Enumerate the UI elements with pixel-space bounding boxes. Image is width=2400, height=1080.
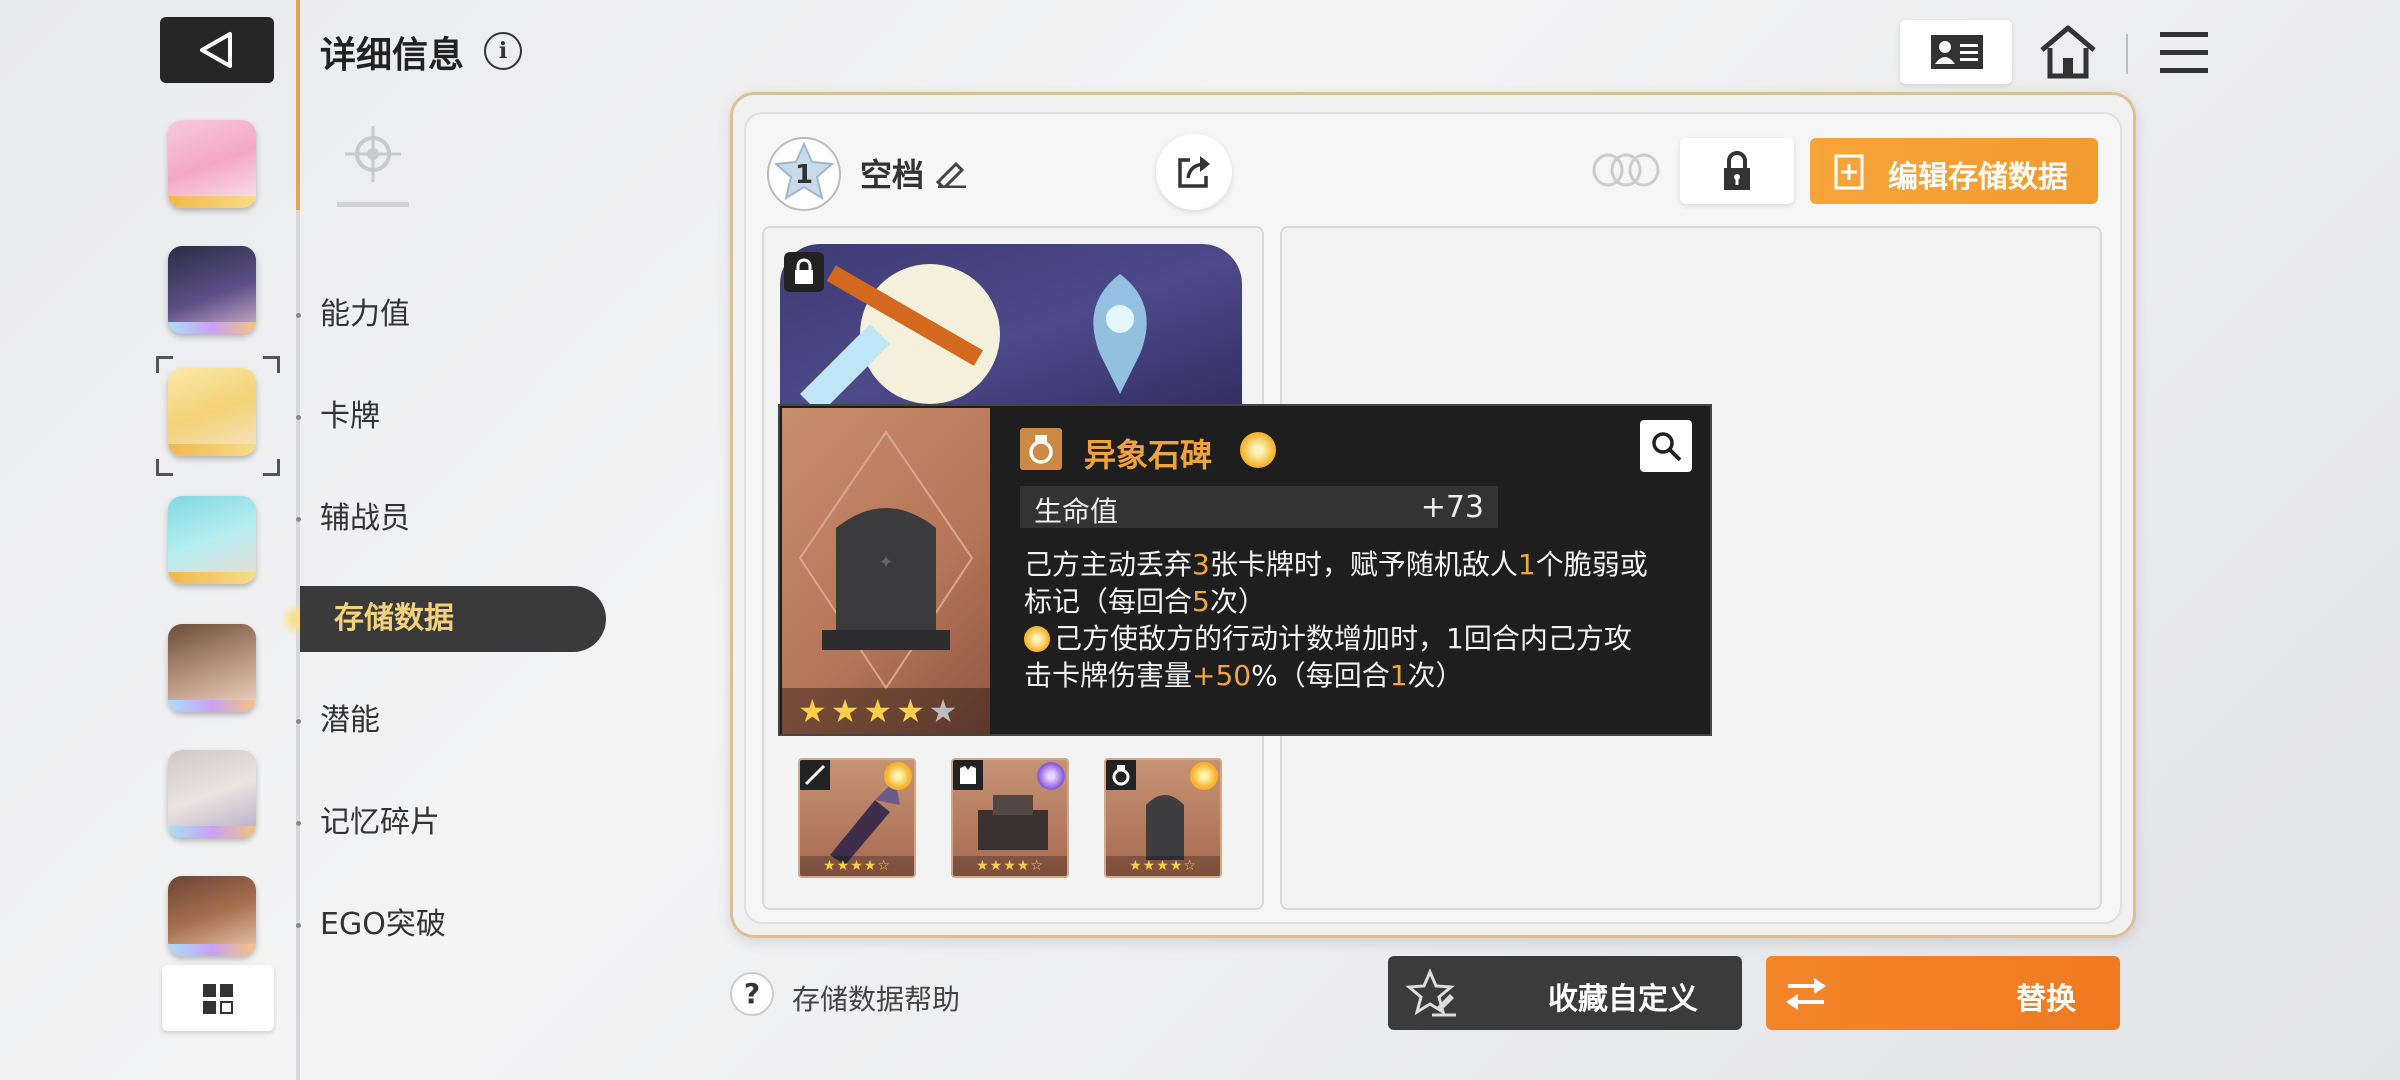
tooltip-desc-line-3: 己方使敌方的行动计数增加时，1回合内己方攻	[1024, 620, 1704, 657]
nav-item-potential[interactable]: 潜能	[296, 688, 600, 754]
page-title: 详细信息	[320, 35, 465, 76]
avatar-selection-frame	[156, 356, 280, 476]
svg-text:✦: ✦	[878, 552, 893, 573]
tooltip-rarity-stars: ★★★★★	[782, 688, 990, 734]
avatar-portrait	[168, 624, 256, 712]
nav-item-save-data[interactable]: 存储数据	[300, 586, 606, 652]
avatar-portrait	[168, 750, 256, 838]
nav-item-ego-breakthrough[interactable]: EGO突破	[296, 892, 600, 958]
tooltip-desc-line-2: 标记（每回合5次）	[1024, 585, 1266, 618]
character-avatar-7[interactable]	[168, 876, 256, 956]
favorite-custom-label: 收藏自定义	[1548, 982, 1698, 1017]
profile-card-button[interactable]	[1900, 20, 2012, 84]
character-avatar-5[interactable]	[168, 624, 256, 712]
rail-divider-accent	[296, 0, 300, 210]
item-rarity-stars: ★★★★☆	[800, 856, 914, 876]
item-rarity-stars: ★★★★☆	[1106, 856, 1220, 876]
sun-element-icon	[884, 762, 912, 790]
avatar-portrait	[168, 246, 256, 334]
edit-name-icon[interactable]	[934, 158, 968, 188]
emblem-logo	[337, 126, 409, 207]
help-icon[interactable]: ?	[730, 972, 774, 1016]
home-icon[interactable]	[2036, 22, 2100, 82]
zoom-button[interactable]	[1640, 420, 1692, 472]
sun-element-icon	[1190, 762, 1218, 790]
nav-item-cards[interactable]: 卡牌	[296, 384, 600, 450]
avatar-portrait	[168, 120, 256, 208]
ring-category-icon	[1020, 428, 1062, 470]
share-button[interactable]	[1156, 134, 1232, 210]
stat-value: +73	[1420, 490, 1484, 525]
ring-type-icon	[1106, 760, 1136, 790]
character-avatar-4[interactable]	[168, 496, 256, 584]
star-edit-icon	[1406, 968, 1456, 1017]
equipment-slot-weapon[interactable]: ★★★★☆	[798, 758, 916, 878]
lock-button[interactable]	[1680, 138, 1794, 204]
character-avatar-1[interactable]	[168, 120, 256, 208]
decorative-rings-icon	[1592, 153, 1660, 187]
help-link[interactable]: 存储数据帮助	[792, 978, 960, 1018]
slot-number-badge: 1	[767, 137, 841, 211]
nav-item-support[interactable]: 辅战员	[296, 486, 600, 552]
info-icon[interactable]: i	[484, 32, 522, 70]
sun-element-icon	[1240, 432, 1276, 468]
tooltip-desc-line-1: 己方主动丢弃3张卡牌时，赋予随机敌人1个脆弱或	[1024, 548, 1648, 581]
menu-icon[interactable]	[2158, 28, 2210, 78]
void-element-icon	[1037, 762, 1065, 790]
share-icon	[1178, 156, 1210, 188]
nav-item-memory-fragments[interactable]: 记忆碎片	[296, 790, 600, 856]
swap-arrows-icon	[1786, 978, 1826, 1010]
weapon-type-icon	[800, 760, 830, 790]
equipment-slot-armor[interactable]: ★★★★☆	[951, 758, 1069, 878]
id-card-icon	[1931, 35, 1983, 69]
grid-icon	[203, 984, 233, 1014]
avatar-portrait	[168, 496, 256, 584]
nav-item-stats[interactable]: 能力值	[296, 282, 600, 348]
tooltip-stat-row: 生命值 +73	[1020, 486, 1498, 528]
tooltip-item-art: ✦	[782, 408, 990, 734]
sun-bullet-icon	[1024, 626, 1050, 652]
slot-name: 空档	[860, 156, 925, 194]
armor-type-icon	[953, 760, 983, 790]
search-icon	[1652, 432, 1682, 462]
equipment-slot-ring[interactable]: ★★★★☆	[1104, 758, 1222, 878]
item-rarity-stars: ★★★★☆	[953, 856, 1067, 876]
swap-label: 替换	[2016, 982, 2076, 1017]
back-arrow-icon	[200, 32, 232, 68]
grid-view-button[interactable]	[162, 965, 274, 1031]
header-separator	[2126, 34, 2128, 74]
back-button[interactable]	[160, 17, 274, 83]
swap-button[interactable]: 替换	[1766, 956, 2120, 1030]
character-avatar-6[interactable]	[168, 750, 256, 838]
character-avatar-2[interactable]	[168, 246, 256, 334]
svg-text:1: 1	[795, 160, 813, 190]
lock-icon	[1724, 151, 1750, 190]
favorite-custom-button[interactable]: 收藏自定义	[1388, 956, 1742, 1030]
stat-label: 生命值	[1034, 495, 1119, 528]
tooltip-item-name: 异象石碑	[1084, 436, 1213, 474]
card-lock-icon	[784, 252, 824, 292]
edit-save-data-label: 编辑存储数据	[1888, 160, 2068, 195]
edit-data-icon	[1834, 154, 1864, 190]
tooltip-desc-line-4: 击卡牌伤害量+50%（每回合1次）	[1024, 659, 1464, 692]
edit-save-data-button[interactable]: 编辑存储数据	[1810, 138, 2098, 204]
